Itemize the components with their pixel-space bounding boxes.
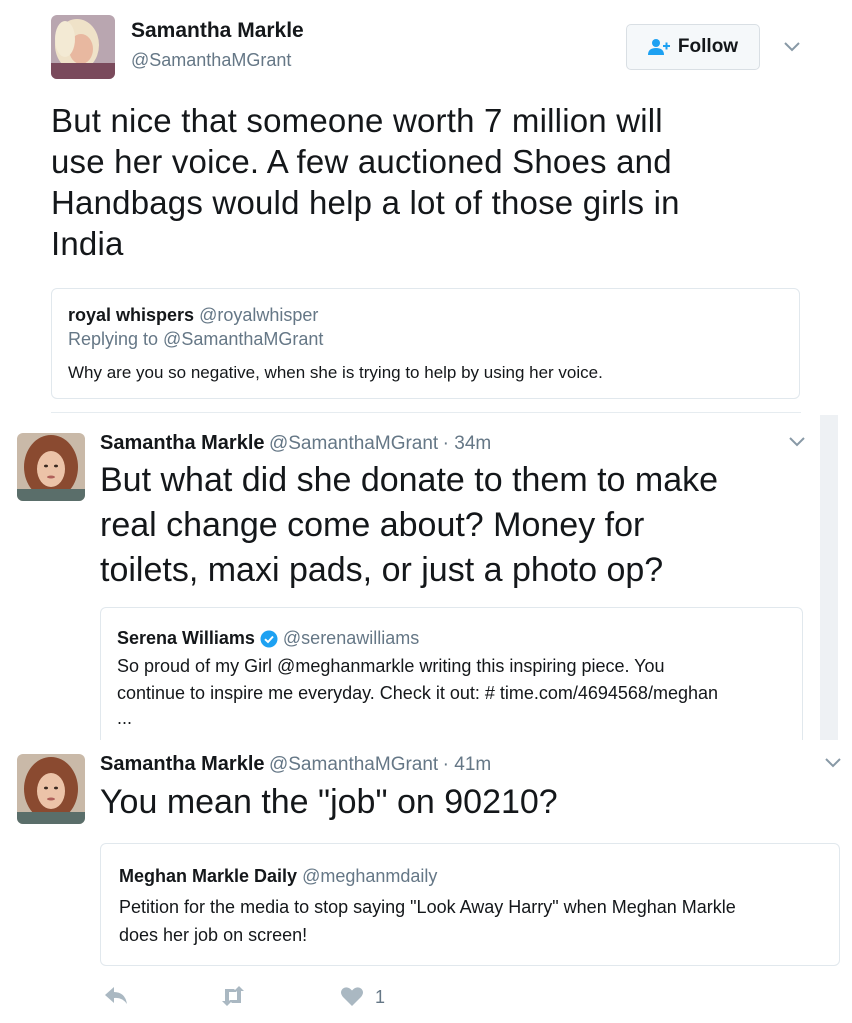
tweet-text: But what did she donate to them to make …	[100, 458, 810, 593]
chevron-down-icon[interactable]	[824, 757, 842, 769]
tweet-text-line: Handbags would help a lot of those girls…	[51, 184, 680, 221]
quoted-text-line: ...	[117, 708, 133, 728]
quoted-text-line: continue to inspire me everyday. Check i…	[117, 683, 718, 703]
tweet-text-line: But nice that someone worth 7 million wi…	[51, 102, 663, 139]
quoted-text-line: Petition for the media to stop saying "L…	[119, 897, 736, 917]
author-name[interactable]: Samantha Markle	[100, 753, 265, 775]
avatar[interactable]	[17, 433, 85, 501]
quoted-tweet[interactable]: royal whispers @royalwhisper Replying to…	[51, 288, 800, 399]
quoted-author-name: Serena Williams	[117, 628, 255, 648]
tweet-text-line: use her voice. A few auctioned Shoes and	[51, 143, 672, 180]
quoted-author-handle: @meghanmdaily	[302, 866, 438, 886]
follow-button[interactable]: Follow	[626, 24, 760, 70]
timestamp[interactable]: · 41m	[443, 754, 492, 775]
chevron-down-icon[interactable]	[783, 41, 801, 53]
quoted-author-name: Meghan Markle Daily	[119, 866, 298, 886]
avatar[interactable]	[51, 15, 115, 79]
quoted-text-line: So proud of my Girl @meghanmarkle writin…	[117, 656, 665, 676]
quoted-author-name: royal whispers	[68, 305, 195, 325]
tweet-text-line: But what did she donate to them to make	[100, 461, 719, 499]
reply-icon[interactable]	[103, 985, 129, 1007]
author-name[interactable]: Samantha Markle	[100, 432, 265, 454]
add-user-icon	[647, 39, 670, 55]
tweet-text-line: real change come about? Money for	[100, 506, 645, 544]
retweet-icon[interactable]	[219, 985, 247, 1007]
author-handle[interactable]: @SamanthaMGrant	[269, 433, 438, 454]
author-handle[interactable]: @SamanthaMGrant	[131, 50, 291, 71]
quoted-tweet[interactable]: Serena Williams @serenawilliams So proud…	[100, 607, 803, 740]
divider	[51, 412, 801, 413]
tweet-text: You mean the "job" on 90210?	[100, 783, 558, 821]
chevron-down-icon[interactable]	[788, 436, 806, 448]
author-name[interactable]: Samantha Markle	[131, 19, 304, 43]
scrollbar[interactable]	[820, 415, 838, 740]
quoted-author-handle: @serenawilliams	[282, 628, 420, 648]
heart-icon[interactable]	[340, 986, 364, 1007]
author-handle[interactable]: @SamanthaMGrant	[269, 754, 438, 775]
follow-label: Follow	[677, 36, 739, 57]
tweet-text-line: India	[51, 225, 124, 262]
quoted-tweet[interactable]: Meghan Markle Daily @meghanmdaily Petiti…	[100, 843, 840, 966]
avatar[interactable]	[17, 754, 85, 824]
tweet-text-line: toilets, maxi pads, or just a photo op?	[100, 551, 664, 589]
quoted-text: Why are you so negative, when she is try…	[68, 363, 603, 382]
verified-badge-icon	[260, 630, 278, 647]
quoted-author-handle: @royalwhisper	[199, 305, 319, 325]
quoted-text-line: does her job on screen!	[119, 925, 308, 945]
like-count[interactable]: 1	[375, 987, 385, 1008]
timestamp[interactable]: · 34m	[443, 433, 492, 454]
tweet-text: But nice that someone worth 7 million wi…	[51, 100, 791, 264]
replying-to[interactable]: Replying to @SamanthaMGrant	[68, 329, 323, 350]
